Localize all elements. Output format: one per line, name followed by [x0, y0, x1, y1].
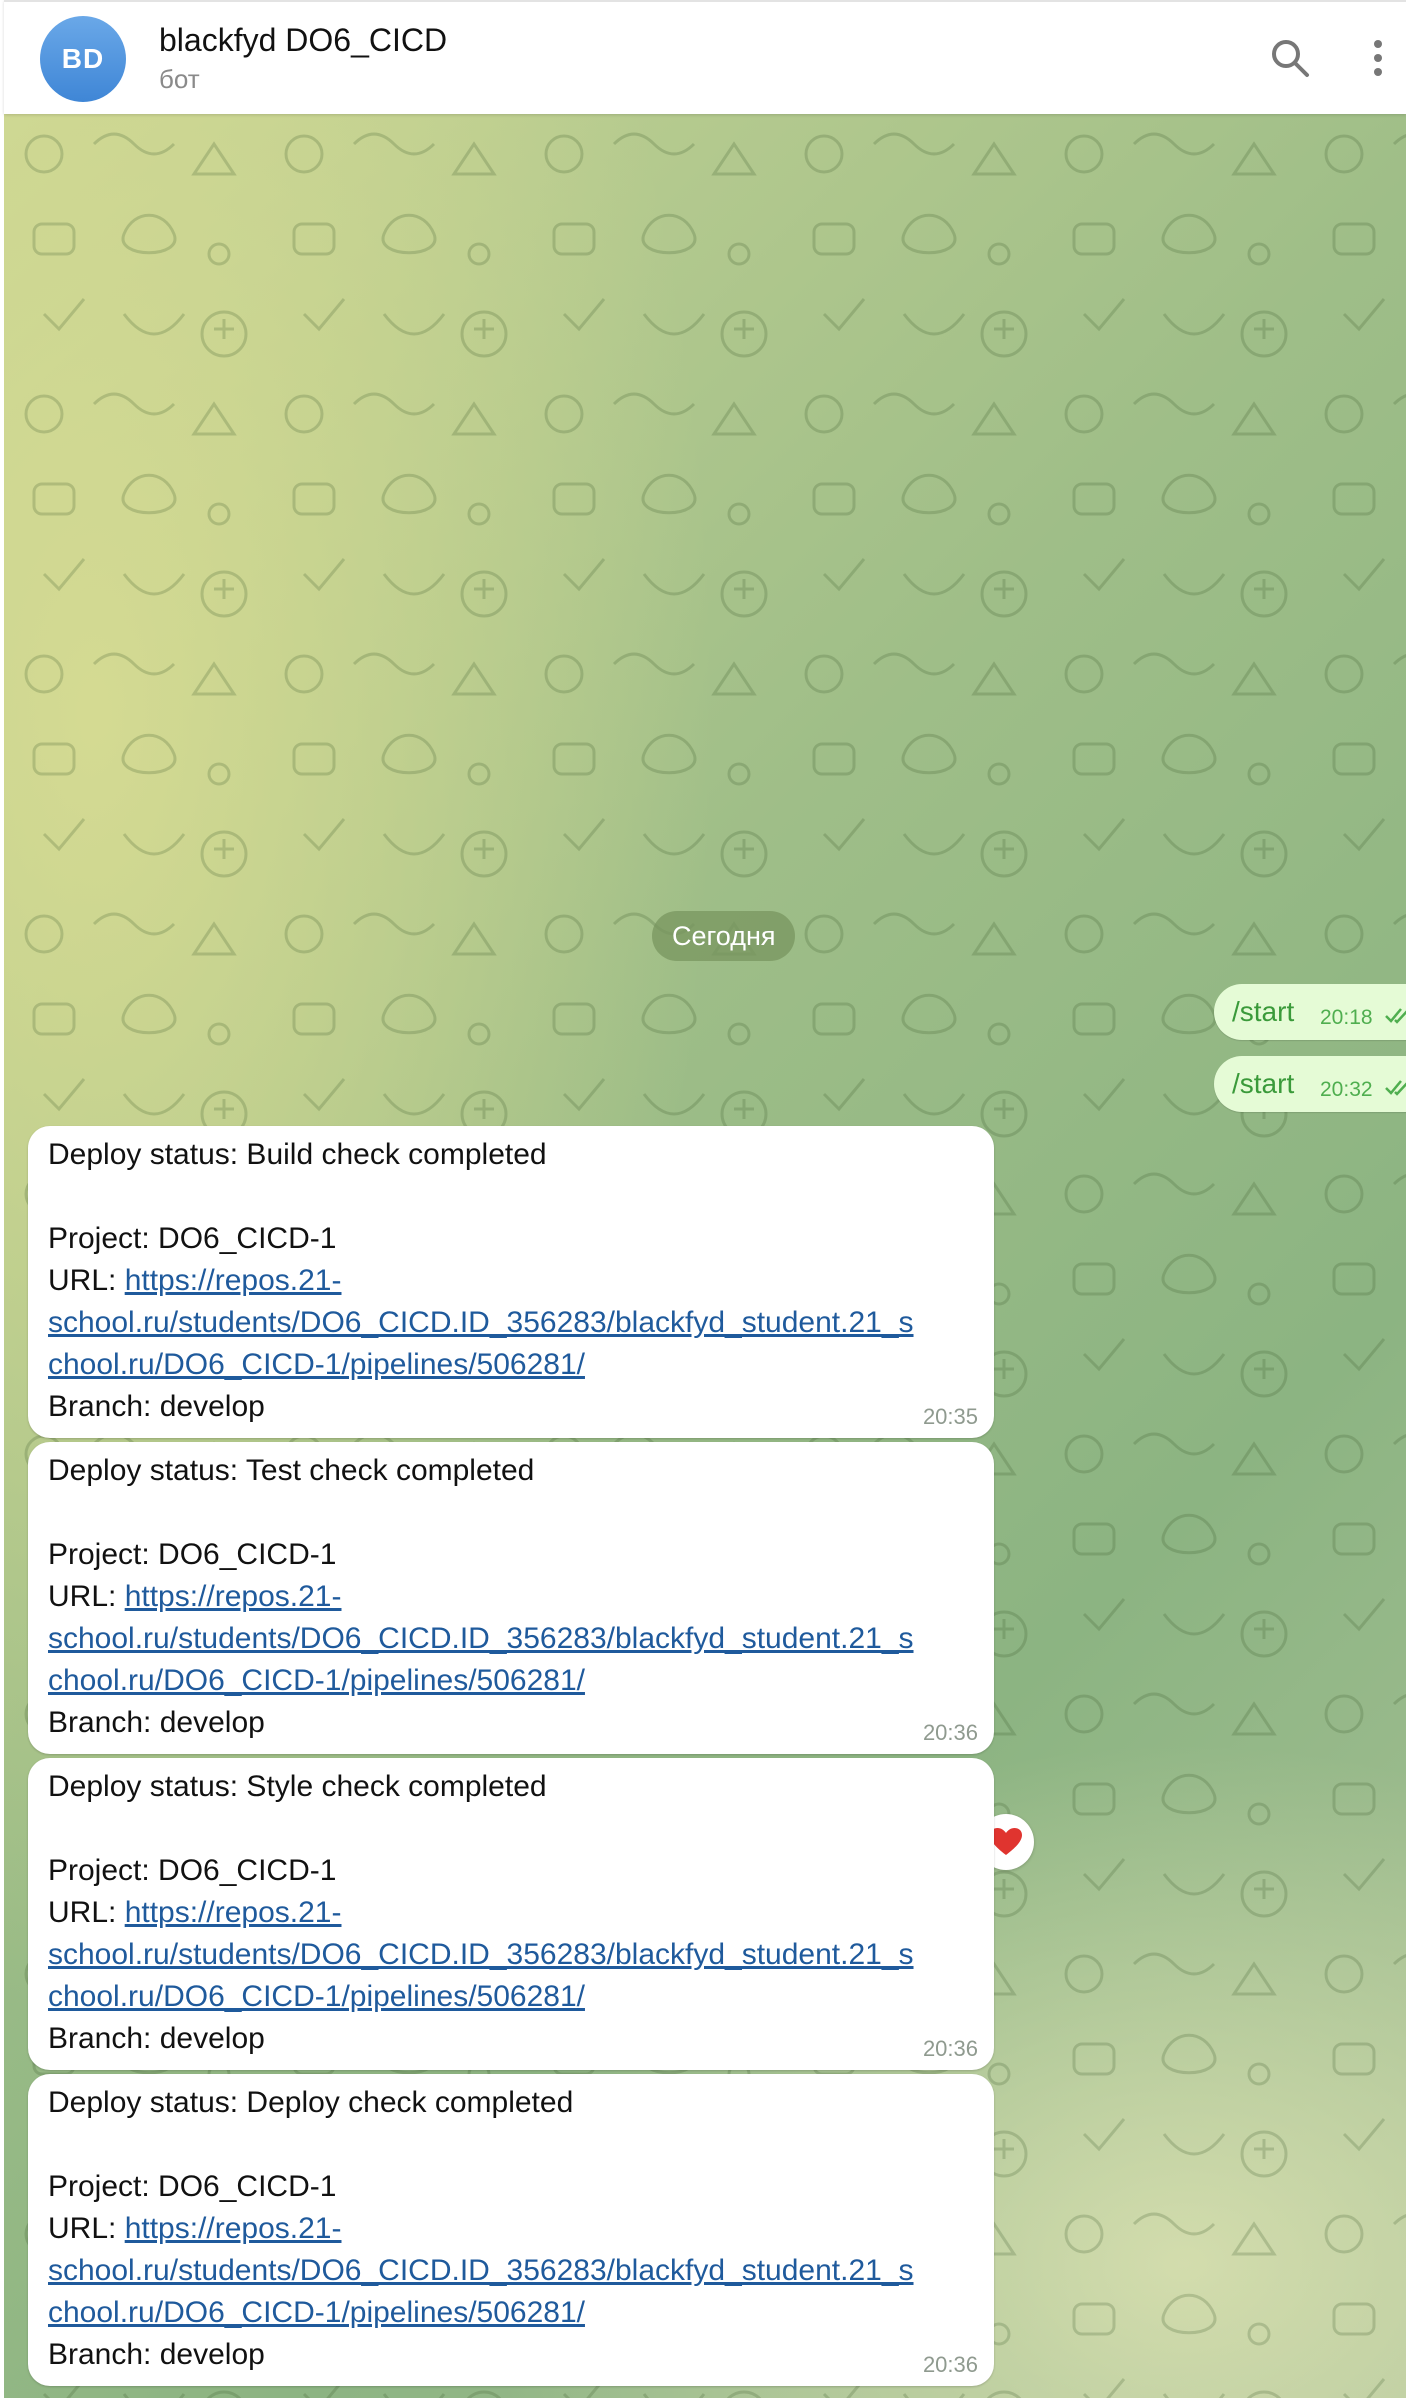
pipeline-link[interactable]: school.ru/students/DO6_CICD.ID_356283/bl… — [48, 1306, 914, 1340]
project-line: Project: DO6_CICD-1 — [48, 2170, 337, 2203]
branch-line: Branch: develop — [48, 2022, 265, 2055]
more-vertical-icon — [1374, 40, 1382, 76]
url-label: URL: — [48, 2212, 125, 2245]
url-label: URL: — [48, 1580, 125, 1613]
pipeline-link[interactable]: school.ru/students/DO6_CICD.ID_356283/bl… — [48, 1622, 914, 1656]
url-label: URL: — [48, 1264, 125, 1297]
pipeline-link[interactable]: school.ru/students/DO6_CICD.ID_356283/bl… — [48, 2254, 914, 2288]
double-check-icon — [1385, 1008, 1406, 1024]
pipeline-link[interactable]: https://repos.21- — [125, 1264, 342, 1297]
message-time: 20:36 — [922, 2036, 978, 2061]
outgoing-message[interactable]: /start 20:32 — [1214, 1056, 1406, 1112]
message-time: 20:36 — [922, 1720, 978, 1745]
more-options-button[interactable] — [1350, 30, 1406, 86]
message-text: /start — [1232, 1068, 1295, 1099]
url-line: URL: https://repos.21- — [48, 1264, 341, 1298]
pipeline-link[interactable]: chool.ru/DO6_CICD-1/pipelines/506281/ — [48, 1348, 585, 1382]
pipeline-link[interactable]: school.ru/students/DO6_CICD.ID_356283/bl… — [48, 1938, 914, 1972]
date-separator: Сегодня — [652, 911, 796, 961]
heart-icon — [990, 1828, 1022, 1855]
chat-subtitle: бот — [159, 64, 200, 94]
url-line: URL: https://repos.21- — [48, 1896, 341, 1930]
url-label: URL: — [48, 1896, 125, 1929]
branch-line: Branch: develop — [48, 1390, 265, 1423]
chat-title[interactable]: blackfyd DO6_CICD — [159, 22, 447, 59]
search-icon — [1272, 40, 1309, 77]
project-line: Project: DO6_CICD-1 — [48, 1538, 337, 1571]
incoming-message[interactable]: Deploy status: Build check completed Pro… — [28, 1126, 994, 1438]
project-line: Project: DO6_CICD-1 — [48, 1854, 337, 1887]
deploy-status-line: Deploy status: Deploy check completed — [48, 2086, 574, 2119]
pipeline-link[interactable]: https://repos.21- — [125, 1896, 342, 1929]
outgoing-message[interactable]: /start 20:18 — [1214, 984, 1406, 1040]
message-text: /start — [1232, 996, 1295, 1027]
message-time: 20:35 — [922, 1404, 978, 1429]
incoming-message[interactable]: Deploy status: Test check completed Proj… — [28, 1442, 994, 1754]
pipeline-link[interactable]: https://repos.21- — [125, 2212, 342, 2245]
pipeline-link[interactable]: chool.ru/DO6_CICD-1/pipelines/506281/ — [48, 2296, 585, 2330]
branch-line: Branch: develop — [48, 1706, 265, 1739]
deploy-status-line: Deploy status: Build check completed — [48, 1138, 547, 1171]
message-time: 20:32 — [1320, 1078, 1373, 1101]
pipeline-link[interactable]: https://repos.21- — [125, 1580, 342, 1613]
chat-area[interactable]: Сегодня /start 20:18 /start 20:32 Deploy… — [4, 114, 1406, 2398]
url-line: URL: https://repos.21- — [48, 2212, 341, 2246]
incoming-message[interactable]: Deploy status: Style check completed Pro… — [28, 1758, 994, 2070]
deploy-status-line: Deploy status: Test check completed — [48, 1454, 535, 1487]
url-line: URL: https://repos.21- — [48, 1580, 341, 1614]
double-check-icon — [1385, 1080, 1406, 1096]
avatar[interactable]: BD — [40, 16, 126, 102]
pipeline-link[interactable]: chool.ru/DO6_CICD-1/pipelines/506281/ — [48, 1664, 585, 1698]
deploy-status-line: Deploy status: Style check completed — [48, 1770, 547, 1803]
message-time: 20:36 — [922, 2352, 978, 2377]
chat-header: BD blackfyd DO6_CICD бот — [4, 0, 1406, 114]
pipeline-link[interactable]: chool.ru/DO6_CICD-1/pipelines/506281/ — [48, 1980, 585, 2014]
incoming-message[interactable]: Deploy status: Deploy check completed Pr… — [28, 2074, 994, 2386]
branch-line: Branch: develop — [48, 2338, 265, 2371]
project-line: Project: DO6_CICD-1 — [48, 1222, 337, 1255]
search-button[interactable] — [1262, 30, 1318, 86]
message-time: 20:18 — [1320, 1006, 1373, 1029]
